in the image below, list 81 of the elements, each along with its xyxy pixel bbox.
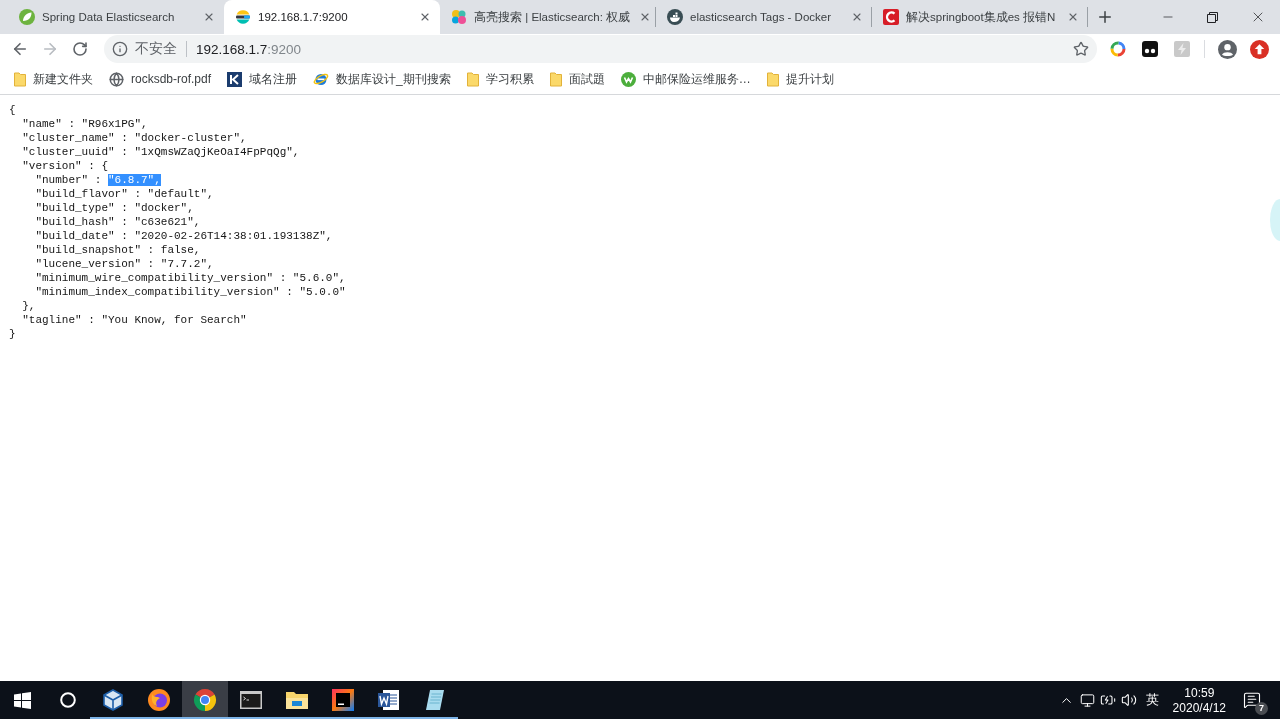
code-line: "cluster_uuid" : "1xQmsWZaQjKeOaI4FpPqQg", [22, 145, 300, 159]
code-line: "minimum_index_compatibility_version" : "5.0.0" [35, 285, 346, 299]
striped-circle-icon [235, 9, 251, 25]
browser-tab[interactable]: 192.168.1.7:9200 [224, 0, 440, 34]
close-icon [851, 11, 863, 23]
folder-icon [549, 71, 562, 87]
document-icon [377, 688, 401, 712]
browser-tab[interactable]: Spring Data Elasticsearch [8, 0, 224, 34]
bookmark-item[interactable]: 提升计划 [758, 67, 842, 91]
side-panel-handle[interactable] [1270, 199, 1280, 241]
info-icon[interactable] [112, 41, 128, 57]
code-line: "minimum_wire_compatibility_version" : "5.6.0", [35, 271, 346, 285]
code-line: "build_type" : "docker", [35, 201, 194, 215]
tile-logo-icon [227, 71, 243, 87]
code-line: "build_date" : "2020-02-26T14:38:01.193138Z", [35, 229, 333, 243]
bookmark-item[interactable]: 学习积累 [458, 67, 542, 91]
security-label: 不安全 [135, 40, 177, 58]
globe-icon [109, 71, 124, 87]
account-icon[interactable] [1217, 39, 1237, 59]
terminal-icon [239, 690, 263, 710]
leaf-icon [19, 9, 35, 25]
clock-date: 2020/4/12 [1172, 700, 1226, 715]
code-line: "version" : { [22, 159, 108, 173]
app-tile-icon [331, 688, 355, 712]
selected-code-text: "6.8.7", [108, 174, 161, 186]
forward-arrow-icon [41, 40, 59, 58]
cube-icon [101, 688, 125, 712]
code-line: "build_flavor" : "default", [35, 187, 214, 201]
network-icon[interactable] [1079, 692, 1095, 708]
taskbar-app-button[interactable] [182, 681, 228, 719]
orbit-logo-icon [313, 71, 330, 87]
bookmark-star-icon[interactable] [1073, 41, 1089, 57]
start-icon [14, 691, 31, 709]
folder-icon [766, 71, 779, 87]
round-logo-icon [620, 71, 636, 87]
update-icon[interactable] [1249, 39, 1269, 59]
dots-tile-icon[interactable] [1142, 41, 1158, 57]
color-ring-icon[interactable] [1110, 41, 1126, 57]
square-logo-icon [883, 9, 899, 25]
bookmark-item[interactable]: 新建文件夹 [6, 67, 101, 91]
code-line: "tagline" : "You Know, for Search" [22, 313, 247, 327]
bookmark-item[interactable]: 中邮保险运维服务… [612, 67, 759, 91]
code-line: "build_hash" : "c63e621", [35, 215, 201, 229]
code-line: "build_snapshot" : false, [35, 243, 201, 257]
clock-time: 10:59 [1184, 685, 1215, 700]
bookmark-item[interactable]: rocksdb-rof.pdf [101, 67, 220, 91]
code-line: "cluster_name" : "docker-cluster", [22, 131, 247, 145]
code-line: { [9, 103, 16, 117]
code-text: "number" : [35, 174, 103, 186]
input-method-indicator[interactable]: 英 [1145, 691, 1159, 709]
bookmark-item[interactable]: 面試題 [541, 67, 613, 91]
search-icon [59, 692, 76, 708]
fox-browser-icon [147, 688, 171, 712]
code-line: "lucene_version" : "7.7.2", [35, 257, 214, 271]
browser-tab[interactable]: elasticsearch Tags - Docker [656, 0, 872, 34]
notifications-icon[interactable] [1243, 691, 1261, 709]
restore-icon [1207, 11, 1218, 23]
colored-dots-icon [451, 9, 467, 25]
volume-icon[interactable] [1121, 692, 1138, 708]
battery-icon[interactable] [1100, 692, 1117, 708]
code-line: "name" : "R96x1PG", [22, 117, 148, 131]
address-field[interactable]: 不安全 192.168.1.7:9200 [104, 35, 1097, 63]
folder-icon [285, 690, 309, 710]
browser-tab[interactable]: 高亮搜索 | Elasticsearch: 权威 [440, 0, 656, 34]
folder-icon [466, 71, 479, 87]
bookmark-item[interactable]: 数据库设计_期刊搜索 [305, 67, 459, 91]
close-icon [419, 11, 431, 23]
notification-badge: 7 [1255, 702, 1268, 715]
close-icon [1067, 11, 1079, 23]
url-text: 192.168.1.7:9200 [196, 41, 302, 57]
code-line: } [9, 327, 16, 341]
plus-icon [1096, 8, 1114, 26]
bookmark-item[interactable]: 域名注册 [219, 67, 306, 91]
code-line: }, [22, 299, 36, 313]
browser-tab[interactable]: 解决springboot集成es 报错N [872, 0, 1088, 34]
close-icon [203, 11, 215, 23]
whale-icon [667, 9, 683, 25]
notepad-icon [423, 688, 447, 712]
reload-icon [72, 41, 88, 57]
folder-icon [14, 71, 26, 87]
round-browser-icon [193, 688, 217, 712]
